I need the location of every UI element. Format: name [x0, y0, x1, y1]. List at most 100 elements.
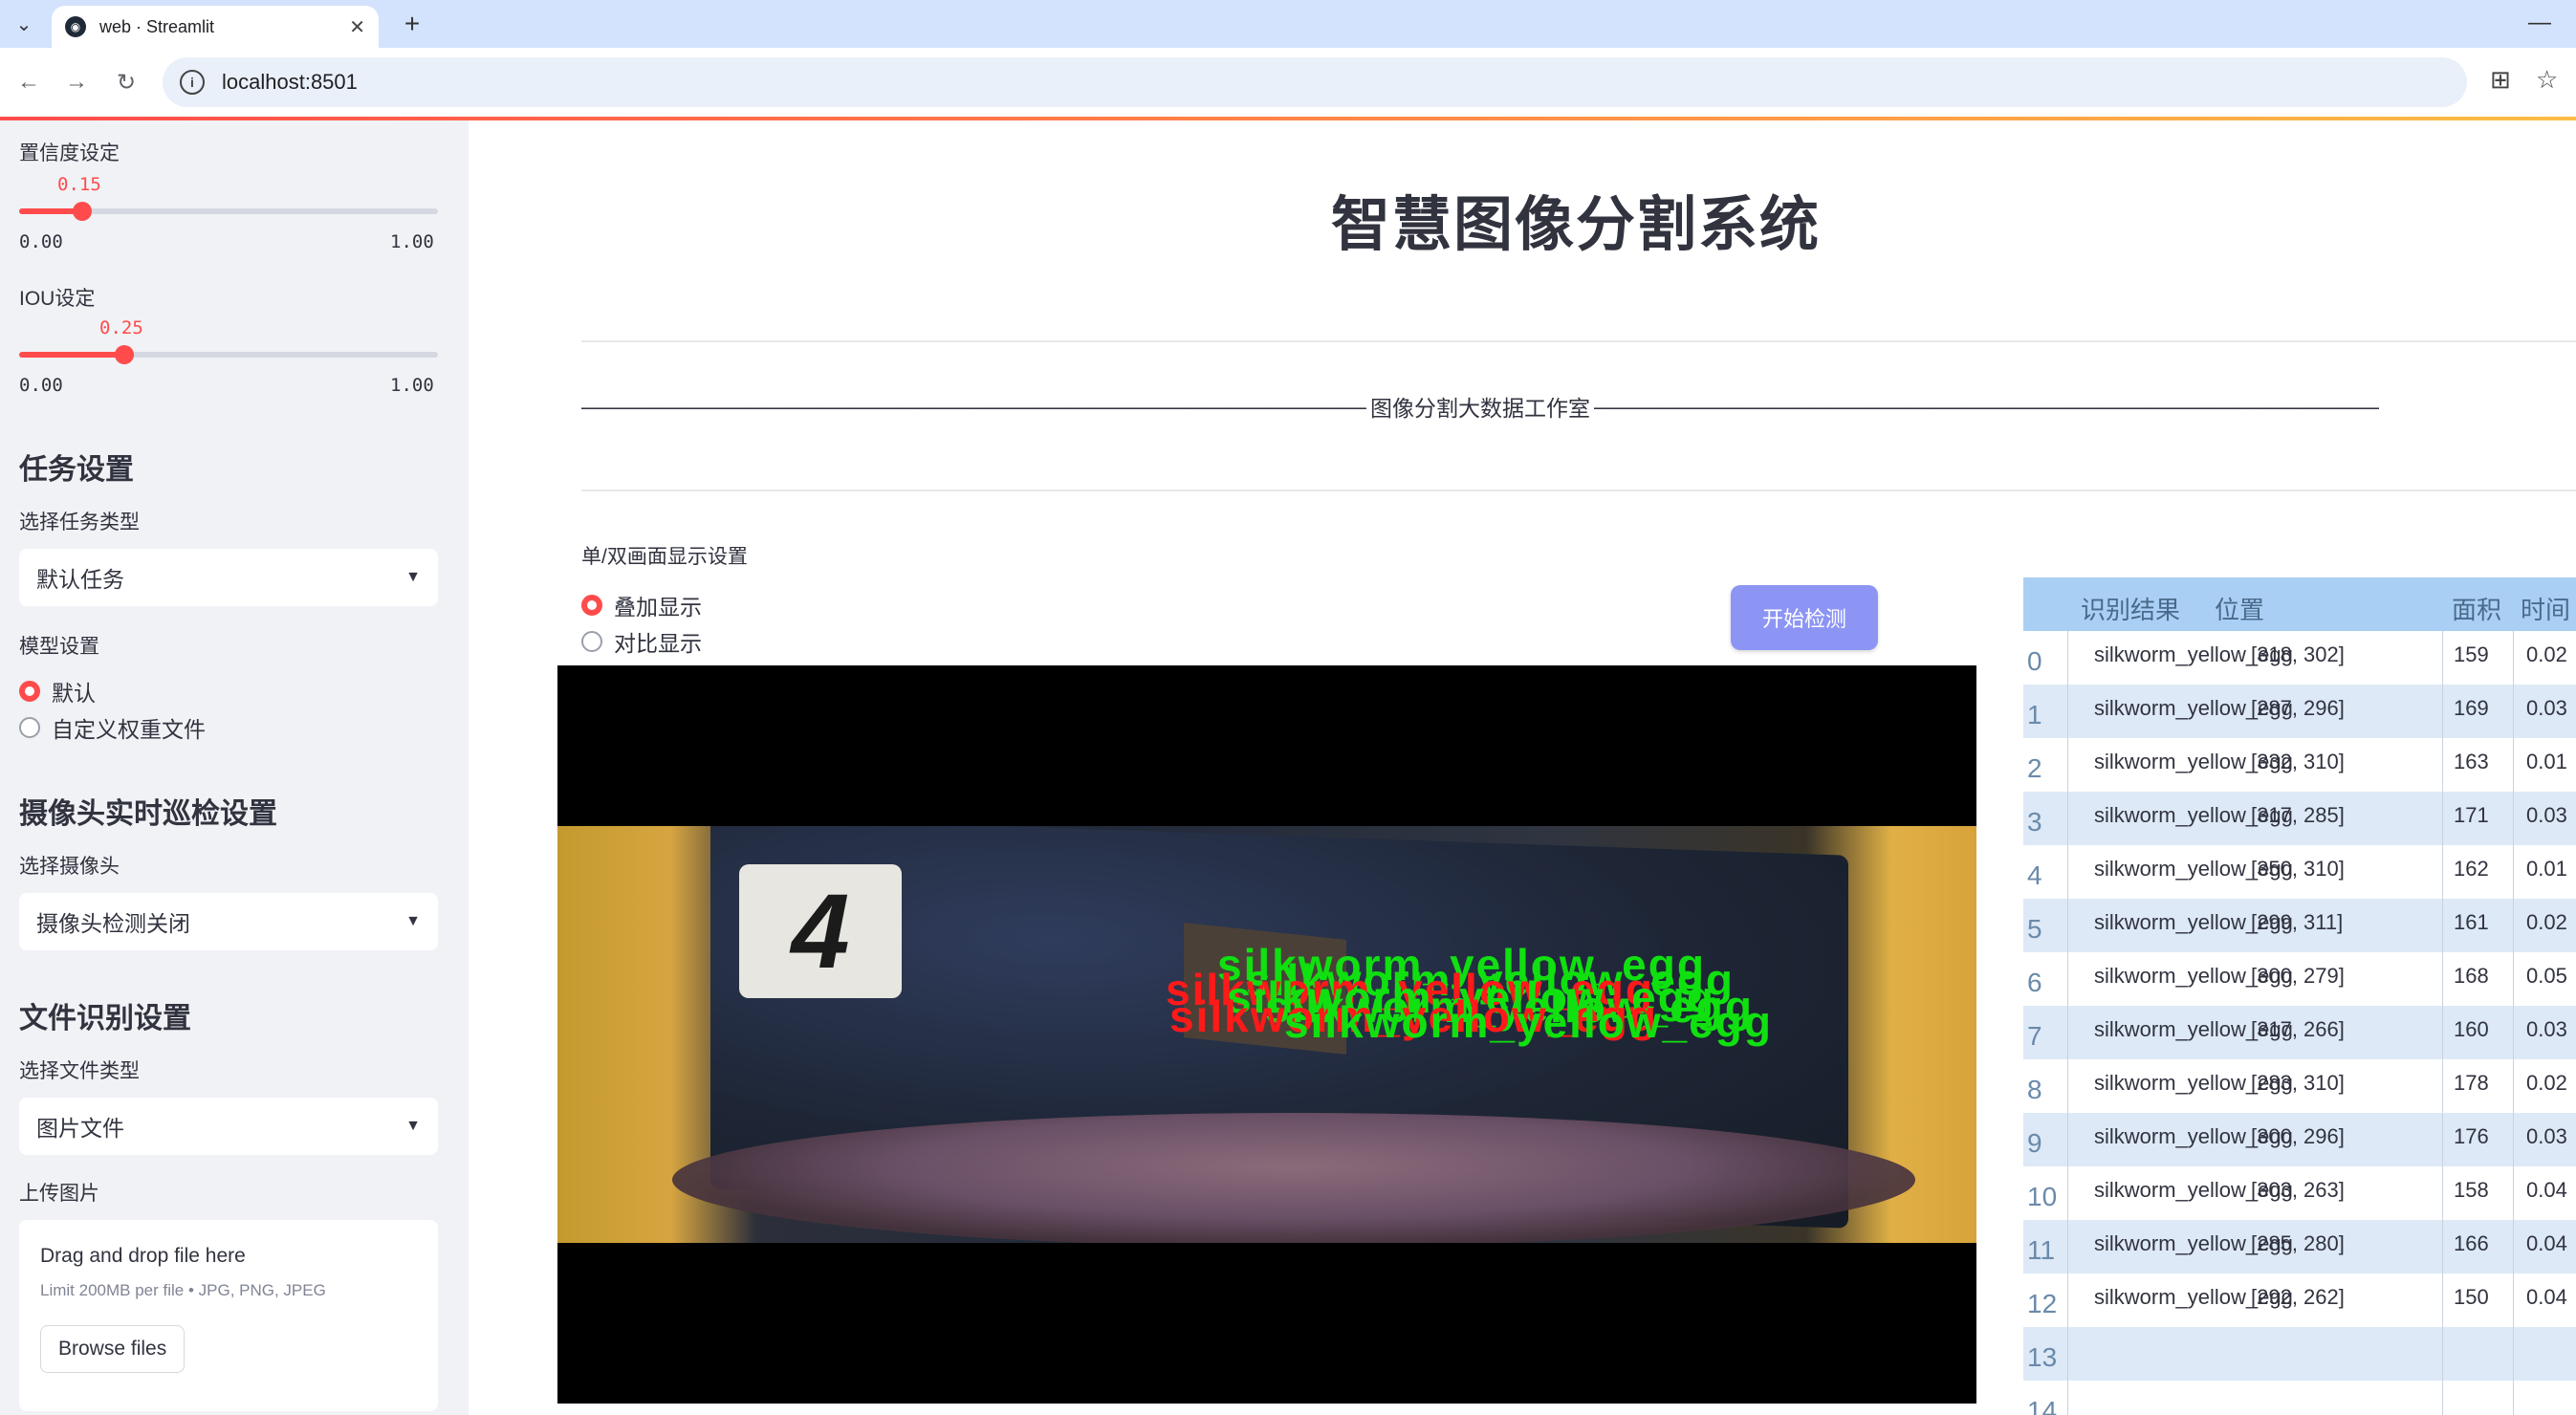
radio-selected-icon[interactable]: [19, 681, 40, 702]
table-row[interactable]: 12 silkworm_yellow_egg [292, 262] 150 0.04: [2023, 1274, 2576, 1327]
cell-time: 0.03: [2526, 1017, 2567, 1041]
row-index: 0: [2027, 646, 2042, 676]
chevron-down-icon: ▼: [405, 913, 421, 929]
sidebar: 置信度设定 0.15 0.00 1.00 IOU设定 0.25 0.00 1.0…: [0, 120, 469, 1415]
table-row[interactable]: 7 silkworm_yellow_egg [317, 266] 160 0.03: [2023, 1006, 2576, 1059]
cell-time: 0.02: [2526, 642, 2567, 666]
address-bar: ← → ↻ i localhost:8501 ⊞ ☆: [0, 48, 2576, 117]
model-option-default[interactable]: 默认: [19, 675, 96, 708]
header-position: 位置: [2215, 596, 2265, 624]
start-detection-button[interactable]: 开始检测: [1731, 585, 1878, 650]
task-select-label: 选择任务类型: [19, 512, 140, 533]
display-option-compare[interactable]: 对比显示: [581, 625, 702, 658]
table-row[interactable]: 0 silkworm_yellow_egg [318, 302] 159 0.02: [2023, 631, 2576, 685]
upload-limit-text: Limit 200MB per file • JPG, PNG, JPEG: [40, 1281, 326, 1299]
dash-decoration: ––––––––––––––––––––––––––––––––––––––––…: [1594, 393, 2379, 419]
table-row[interactable]: 9 silkworm_yellow_egg [300, 296] 176 0.03: [2023, 1113, 2576, 1166]
iou-label: IOU设定: [19, 288, 96, 310]
photo: 4 silkworm_yellow_egg silkworm_yellow_eg…: [557, 826, 1976, 1243]
detection-image: 4 silkworm_yellow_egg silkworm_yellow_eg…: [557, 665, 1976, 1404]
row-index: 3: [2027, 807, 2042, 837]
cell-area: 163: [2454, 750, 2489, 773]
table-row[interactable]: 4 silkworm_yellow_egg [350, 310] 162 0.01: [2023, 845, 2576, 899]
cell-time: 0.02: [2526, 1071, 2567, 1095]
browser-tab[interactable]: ◉ web · Streamlit ✕: [52, 6, 379, 48]
bookmark-star-icon[interactable]: ☆: [2536, 65, 2558, 95]
cell-time: 0.01: [2526, 857, 2567, 881]
file-type-select[interactable]: 图片文件 ▼: [19, 1098, 438, 1155]
divider: [581, 490, 2576, 491]
row-index: 8: [2027, 1075, 2042, 1104]
row-index: 5: [2027, 914, 2042, 944]
cell-area: 178: [2454, 1071, 2489, 1095]
confidence-slider[interactable]: [19, 202, 438, 221]
table-header: 识别结果 位置 面积 时间: [2023, 577, 2576, 631]
dash-decoration: ––––––––––––––––––––––––––––––––––––––––…: [581, 393, 1366, 419]
cell-position: [350, 310]: [2251, 857, 2345, 881]
model-option-custom[interactable]: 自定义权重文件: [19, 711, 206, 744]
row-index: 9: [2027, 1128, 2042, 1158]
radio-unselected-icon[interactable]: [19, 717, 40, 738]
chevron-down-icon: ▼: [405, 1118, 421, 1134]
iou-slider[interactable]: [19, 345, 438, 364]
row-index: 14: [2027, 1396, 2058, 1415]
table-row[interactable]: 8 silkworm_yellow_egg [283, 310] 178 0.02: [2023, 1059, 2576, 1113]
cell-position: [300, 296]: [2251, 1124, 2345, 1148]
table-row[interactable]: 2 silkworm_yellow_egg [332, 310] 163 0.01: [2023, 738, 2576, 792]
table-row[interactable]: 14: [2023, 1381, 2576, 1415]
cell-time: 0.05: [2526, 964, 2567, 988]
cell-time: 0.01: [2526, 750, 2567, 773]
cell-time: 0.03: [2526, 803, 2567, 827]
display-option-label: 叠加显示: [614, 595, 702, 620]
radio-unselected-icon[interactable]: [581, 631, 602, 652]
task-heading: 任务设置: [19, 454, 134, 486]
drag-drop-text: Drag and drop file here: [40, 1245, 246, 1267]
cell-time: 0.04: [2526, 1285, 2567, 1309]
display-option-overlay[interactable]: 叠加显示: [581, 589, 702, 621]
model-label: 模型设置: [19, 636, 99, 658]
confidence-slider-thumb[interactable]: [72, 202, 92, 221]
upload-label: 上传图片: [19, 1183, 99, 1205]
row-index: 11: [2027, 1235, 2056, 1265]
radio-selected-icon[interactable]: [581, 595, 602, 616]
back-icon[interactable]: ←: [11, 65, 46, 99]
browse-files-button[interactable]: Browse files: [40, 1325, 186, 1373]
table-row[interactable]: 1 silkworm_yellow_egg [287, 296] 169 0.03: [2023, 685, 2576, 738]
iou-max: 1.00: [390, 375, 434, 396]
row-index: 10: [2027, 1182, 2058, 1211]
camera-select-value: 摄像头检测关闭: [36, 911, 190, 936]
row-index: 2: [2027, 753, 2042, 783]
page-title: 智慧图像分割系统: [1331, 192, 1822, 258]
cell-position: [318, 302]: [2251, 642, 2345, 666]
minimize-icon[interactable]: —: [2528, 10, 2551, 36]
table-row[interactable]: 13: [2023, 1327, 2576, 1381]
tab-close-icon[interactable]: ✕: [349, 15, 365, 39]
table-row[interactable]: 10 silkworm_yellow_egg [303, 263] 158 0.04: [2023, 1166, 2576, 1220]
confidence-max: 1.00: [390, 231, 434, 252]
forward-icon[interactable]: →: [59, 65, 94, 99]
results-table[interactable]: 识别结果 位置 面积 时间 0 silkworm_yellow_egg [318, …: [2023, 577, 2576, 1415]
iou-slider-thumb[interactable]: [114, 345, 134, 364]
site-info-icon[interactable]: i: [180, 70, 205, 95]
table-row[interactable]: 6 silkworm_yellow_egg [300, 279] 168 0.05: [2023, 952, 2576, 1006]
table-row[interactable]: 11 silkworm_yellow_egg [285, 280] 166 0.04: [2023, 1220, 2576, 1274]
column-divider: [2513, 631, 2514, 1415]
streamlit-favicon-icon: ◉: [65, 16, 86, 37]
iou-min: 0.00: [19, 375, 63, 396]
reload-icon[interactable]: ↻: [109, 65, 143, 99]
cell-area: 166: [2454, 1231, 2489, 1255]
table-row[interactable]: 3 silkworm_yellow_egg [317, 285] 171 0.03: [2023, 792, 2576, 845]
header-result: 识别结果: [2081, 596, 2181, 624]
iou-value: 0.25: [99, 317, 143, 338]
url-input[interactable]: i localhost:8501: [163, 57, 2467, 107]
file-uploader-dropzone[interactable]: Drag and drop file here Limit 200MB per …: [19, 1220, 438, 1411]
row-index: 13: [2027, 1342, 2058, 1372]
tab-search-icon[interactable]: ⌄: [8, 8, 40, 40]
translate-icon[interactable]: ⊞: [2490, 65, 2511, 95]
camera-select[interactable]: 摄像头检测关闭 ▼: [19, 893, 438, 950]
task-select[interactable]: 默认任务 ▼: [19, 549, 438, 606]
url-text: localhost:8501: [222, 70, 358, 94]
file-select-label: 选择文件类型: [19, 1060, 140, 1082]
table-row[interactable]: 5 silkworm_yellow_egg [299, 311] 161 0.02: [2023, 899, 2576, 952]
new-tab-icon[interactable]: +: [394, 6, 430, 42]
